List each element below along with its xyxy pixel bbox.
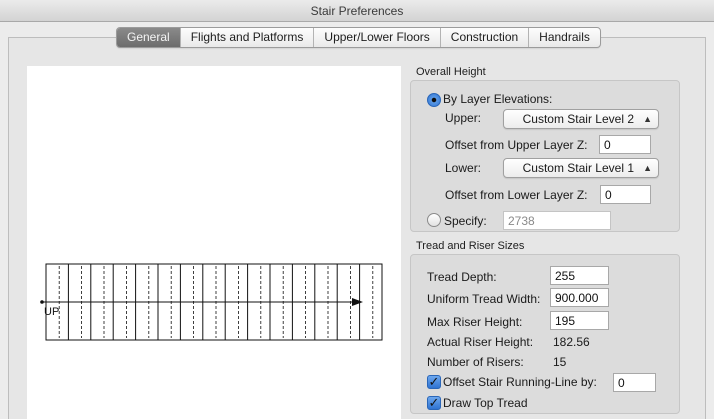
specify-label: Specify:	[444, 214, 487, 228]
tread-depth-label: Tread Depth:	[427, 270, 497, 284]
direction-arrow-icon	[352, 298, 363, 306]
start-point-icon	[40, 300, 44, 304]
max-riser-field[interactable]	[550, 311, 609, 330]
up-label: UP	[44, 306, 59, 318]
stair-preview: UP	[27, 66, 401, 419]
offset-running-field[interactable]	[613, 373, 656, 392]
tread-riser-title: Tread and Riser Sizes	[416, 240, 525, 252]
tab-general[interactable]: General	[117, 28, 180, 47]
lower-label: Lower:	[445, 161, 482, 175]
tab-upper-lower-floors[interactable]: Upper/Lower Floors	[313, 28, 439, 47]
tab-flights-and-platforms[interactable]: Flights and Platforms	[179, 28, 314, 47]
actual-riser-label: Actual Riser Height:	[427, 335, 534, 349]
by-layer-radio[interactable]	[427, 93, 441, 107]
offset-lower-label: Offset from Lower Layer Z:	[445, 188, 588, 202]
upper-label: Upper:	[445, 111, 482, 125]
offset-upper-field[interactable]	[599, 135, 651, 154]
upper-layer-value: Custom Stair Level 2	[522, 112, 634, 126]
tab-bar: General Flights and Platforms Upper/Lowe…	[116, 27, 601, 48]
window-title: Stair Preferences	[0, 0, 714, 22]
max-riser-label: Max Riser Height:	[427, 315, 523, 329]
offset-running-checkbox[interactable]: ✓	[427, 375, 441, 389]
lower-layer-select[interactable]: Custom Stair Level 1 ▲	[503, 158, 659, 178]
stair-plan	[40, 263, 383, 341]
draw-top-tread-checkbox[interactable]: ✓	[427, 396, 441, 410]
updown-arrows-icon: ▲	[643, 163, 652, 173]
offset-lower-field[interactable]	[600, 185, 651, 204]
tab-handrails[interactable]: Handrails	[528, 28, 600, 47]
actual-riser-value: 182.56	[553, 335, 590, 349]
offset-upper-label: Offset from Upper Layer Z:	[445, 138, 588, 152]
updown-arrows-icon: ▲	[643, 114, 652, 124]
uniform-width-label: Uniform Tread Width:	[427, 292, 541, 306]
num-risers-value: 15	[553, 355, 567, 369]
overall-height-title: Overall Height	[416, 66, 486, 78]
upper-layer-select[interactable]: Custom Stair Level 2 ▲	[503, 109, 659, 129]
lower-layer-value: Custom Stair Level 1	[522, 161, 634, 175]
uniform-width-field[interactable]	[550, 288, 609, 307]
tread-depth-field[interactable]	[550, 266, 609, 285]
specify-field[interactable]	[503, 211, 611, 230]
offset-running-label: Offset Stair Running-Line by:	[443, 375, 597, 389]
num-risers-label: Number of Risers:	[427, 355, 524, 369]
draw-top-tread-label: Draw Top Tread	[443, 396, 528, 410]
tab-construction[interactable]: Construction	[439, 28, 528, 47]
stair-plan-drawing: UP	[40, 263, 383, 341]
specify-radio[interactable]	[427, 213, 441, 227]
by-layer-label: By Layer Elevations:	[443, 92, 553, 106]
